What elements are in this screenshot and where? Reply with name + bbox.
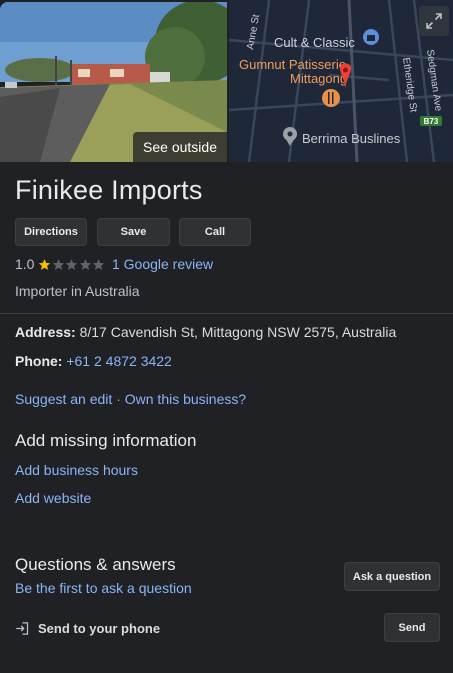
restaurant-pin-icon (322, 89, 340, 107)
section-divider (0, 313, 453, 314)
business-category: Importer in Australia (15, 283, 140, 299)
star-filled-icon (39, 258, 51, 270)
star-empty-icon (66, 258, 78, 270)
phone-link[interactable]: +61 2 4872 3422 (66, 353, 172, 369)
directions-button[interactable]: Directions (15, 218, 87, 246)
star-empty-icon (52, 258, 65, 270)
send-to-phone[interactable]: Send to your phone (15, 621, 160, 636)
route-badge: B73 (424, 117, 439, 126)
rating-value: 1.0 (15, 256, 35, 272)
call-button[interactable]: Call (179, 218, 251, 246)
address-label: Address: (15, 324, 76, 340)
see-outside-button[interactable]: See outside (133, 132, 227, 162)
address-row: Address: 8/17 Cavendish St, Mittagong NS… (15, 324, 396, 340)
send-button[interactable]: Send (384, 613, 440, 642)
ask-question-button[interactable]: Ask a question (344, 562, 440, 591)
phone-label: Phone: (15, 353, 63, 369)
missing-info-heading: Add missing information (15, 431, 197, 450)
ask-first-link[interactable]: Be the first to ask a question (15, 580, 192, 596)
suggest-edit-link[interactable]: Suggest an edit (15, 391, 112, 407)
expand-map-button[interactable] (419, 6, 449, 36)
send-to-phone-label: Send to your phone (38, 621, 161, 636)
edit-links: Suggest an edit · Own this business? (15, 391, 246, 407)
send-to-phone-icon (16, 622, 29, 635)
photo-header: See outside B73 Anne St Etheridge St Sed… (0, 0, 453, 162)
star-empty-icon (79, 258, 92, 270)
street-view-photo[interactable]: See outside (0, 2, 227, 162)
qa-heading: Questions & answers (15, 555, 176, 574)
save-button[interactable]: Save (97, 218, 170, 246)
review-link[interactable]: 1 Google review (112, 256, 213, 272)
poi-label-cult-classic: Cult & Classic (274, 35, 355, 50)
star-rating (38, 258, 106, 271)
poi-label-berrima: Berrima Buslines (302, 131, 401, 146)
rating-row: 1.0 1 Google review (15, 256, 213, 272)
map-thumbnail[interactable]: B73 Anne St Etheridge St Sedgman Ave Cul… (229, 0, 453, 162)
poi-label-gumnut-2: Mittagong (290, 71, 347, 86)
expand-icon (426, 13, 442, 29)
own-business-link[interactable]: Own this business? (125, 391, 246, 407)
star-empty-icon (93, 258, 105, 270)
link-separator: · (116, 391, 121, 407)
phone-row: Phone: +61 2 4872 3422 (15, 353, 172, 369)
poi-label-gumnut-1: Gumnut Patisserie (239, 57, 346, 72)
business-name: Finikee Imports (15, 175, 203, 205)
add-hours-link[interactable]: Add business hours (15, 462, 138, 478)
add-website-link[interactable]: Add website (15, 490, 91, 506)
address-value[interactable]: 8/17 Cavendish St, Mittagong NSW 2575, A… (80, 324, 397, 340)
shopping-pin-icon (363, 29, 379, 45)
